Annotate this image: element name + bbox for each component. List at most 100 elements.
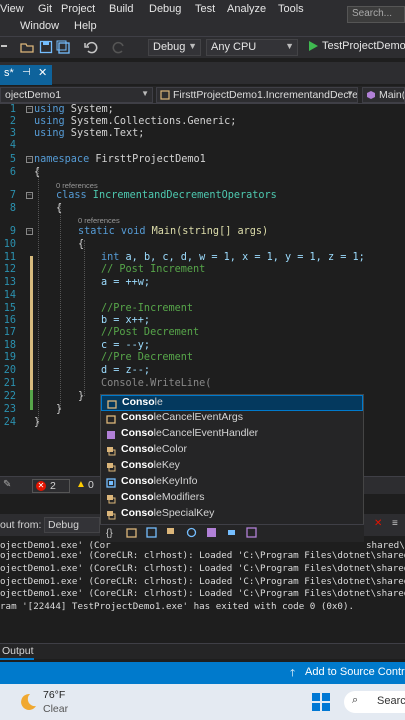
interface-filter-icon[interactable] — [186, 527, 197, 538]
project-dropdown[interactable]: ojectDemo1 ▼ — [0, 87, 153, 103]
line-number: 12 — [3, 264, 16, 275]
namespace-filter-icon[interactable]: {} — [106, 528, 113, 539]
codelens-references[interactable]: 0 references — [78, 216, 120, 225]
redo-icon[interactable] — [112, 40, 126, 54]
completion-item[interactable]: ConsoleCancelEventHandler — [101, 427, 363, 443]
play-icon[interactable] — [306, 39, 320, 53]
weather-temperature[interactable]: 76°F — [43, 689, 65, 701]
completion-rest: leCancelEventHandler — [153, 427, 259, 439]
windows-start-icon[interactable] — [312, 693, 330, 711]
line-number: 23 — [3, 404, 16, 415]
completion-item[interactable]: Console — [101, 395, 363, 411]
collapse-icon[interactable]: − — [26, 156, 33, 163]
code-line: int a, b, c, d, w = 1, x = 1, y = 1, z =… — [101, 252, 365, 263]
undo-icon[interactable] — [84, 40, 98, 54]
platform-dropdown[interactable]: Any CPU ▼ — [206, 39, 298, 56]
struct-filter-icon[interactable] — [146, 527, 157, 538]
indent-guide — [60, 204, 61, 410]
code-text: d = z--; — [101, 365, 151, 376]
warning-count-value[interactable]: 0 — [88, 479, 94, 491]
menu-bar: View Git Project Build Debug Test Analyz… — [0, 0, 405, 36]
member-value: Main(s — [379, 89, 405, 101]
class-filter-icon[interactable] — [126, 527, 137, 538]
run-target-button[interactable]: TestProjectDemo1 — [322, 40, 405, 52]
menu-project[interactable]: Project — [61, 3, 95, 15]
completion-item[interactable]: ConsoleCancelEventArgs — [101, 411, 363, 427]
toolbar: Debug ▼ Any CPU ▼ TestProjectDemo1 — [0, 36, 405, 58]
open-folder-icon[interactable] — [20, 40, 34, 54]
completion-match: Conso — [121, 427, 154, 439]
save-icon[interactable] — [39, 40, 53, 54]
code-text: { — [34, 167, 41, 178]
completion-match: Conso — [121, 475, 154, 487]
menu-debug[interactable]: Debug — [149, 3, 181, 15]
line-number: 21 — [3, 378, 16, 389]
enum-icon — [106, 462, 116, 472]
error-count[interactable]: ✕ 2 — [32, 479, 70, 493]
line-number: 2 — [9, 116, 16, 127]
member-dropdown[interactable]: Main(s — [362, 87, 405, 103]
add-to-source-control-button[interactable]: Add to Source Control — [305, 666, 405, 678]
tab-program-cs[interactable]: s* ⊣ ✕ — [0, 65, 52, 85]
output-source-dropdown[interactable]: Debug — [44, 517, 100, 533]
new-item-icon[interactable] — [0, 40, 14, 54]
search-icon: ⌕ — [352, 694, 359, 706]
keyword: class — [56, 190, 87, 201]
weather-condition[interactable]: Clear — [43, 703, 68, 715]
intellisense-popup[interactable]: Console ConsoleCancelEventArgs ConsoleCa… — [100, 394, 364, 540]
menu-view[interactable]: View — [0, 3, 24, 15]
code-line: using System.Collections.Generic; — [34, 116, 236, 127]
output-text[interactable]: ojectDemo1.exe' (CoreCLR: clrhost): Load… — [0, 536, 405, 642]
code-text: System; — [64, 104, 114, 115]
completion-item[interactable]: ConsoleSpecialKey — [101, 507, 363, 523]
menu-test[interactable]: Test — [195, 3, 215, 15]
completion-rest: leColor — [153, 443, 187, 455]
menu-window[interactable]: Window — [20, 20, 59, 32]
completion-item[interactable]: ConsoleModifiers — [101, 491, 363, 507]
collapse-icon[interactable]: − — [26, 192, 33, 199]
enum-filter-icon[interactable] — [166, 527, 177, 538]
collapse-icon[interactable]: − — [26, 228, 33, 235]
line-number: 14 — [3, 290, 16, 301]
menu-help[interactable]: Help — [74, 20, 97, 32]
completion-rest: leKey — [153, 459, 180, 471]
search-input[interactable]: Search... — [347, 6, 405, 23]
clear-output-icon[interactable]: ✕ — [374, 518, 382, 529]
completion-item[interactable]: ConsoleColor — [101, 443, 363, 459]
line-number: 11 — [3, 252, 16, 263]
close-icon[interactable]: ✕ — [38, 66, 47, 79]
line-number: 20 — [3, 365, 16, 376]
weather-moon-icon[interactable] — [16, 691, 38, 713]
delegate-filter-icon[interactable] — [246, 527, 257, 538]
taskbar-search[interactable]: ⌕ Search — [344, 691, 405, 713]
code-line: using System; — [34, 104, 114, 115]
completion-filter-bar: {} — [100, 524, 364, 542]
collapse-icon[interactable]: − — [26, 106, 33, 113]
completion-item[interactable]: ConsoleKeyInfo — [101, 475, 363, 491]
tab-output[interactable]: Output — [0, 644, 34, 660]
error-icon: ✕ — [36, 481, 46, 491]
line-number: 24 — [3, 417, 16, 428]
field-filter-icon[interactable] — [226, 527, 237, 538]
platform-value: Any CPU — [211, 41, 257, 53]
completion-item[interactable]: ConsoleKey — [101, 459, 363, 475]
codelens-references[interactable]: 0 references — [56, 181, 98, 190]
code-comment: //Pre Decrement — [101, 352, 194, 363]
module-filter-icon[interactable] — [206, 527, 217, 538]
menu-build[interactable]: Build — [109, 3, 133, 15]
menu-analyze[interactable]: Analyze — [227, 3, 266, 15]
windows-taskbar: 76°F Clear ⌕ Search — [0, 684, 405, 720]
pin-icon[interactable]: ⊣ — [22, 67, 31, 78]
menu-git[interactable]: Git — [38, 3, 52, 15]
save-all-icon[interactable] — [56, 40, 70, 54]
code-text: } — [34, 417, 41, 428]
line-number: 16 — [3, 315, 16, 326]
menu-tools[interactable]: Tools — [278, 3, 304, 15]
code-comment: // Post Increment — [101, 264, 206, 275]
code-text: b = x++; — [101, 315, 151, 326]
class-dropdown[interactable]: FirsttProjectDemo1.IncrementandDecre ▼ — [156, 87, 358, 103]
configuration-dropdown[interactable]: Debug ▼ — [148, 39, 201, 56]
code-text: } — [78, 391, 85, 402]
word-wrap-icon[interactable]: ≡ — [392, 518, 398, 529]
brush-icon[interactable]: ✎ — [3, 479, 11, 490]
